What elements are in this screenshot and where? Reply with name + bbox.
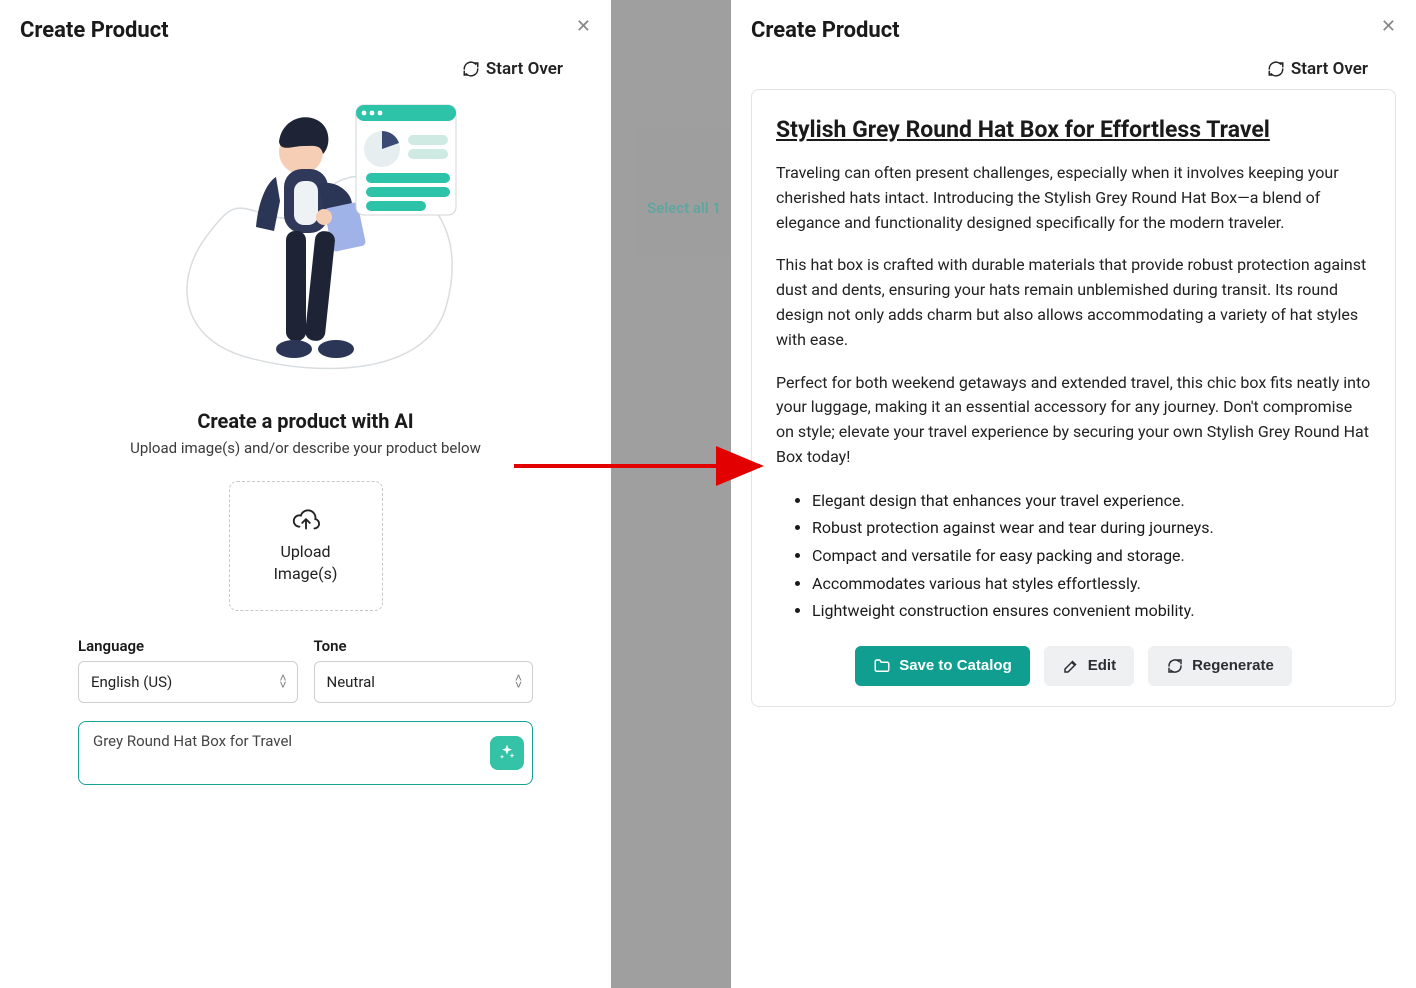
regenerate-icon bbox=[1166, 657, 1184, 675]
panel-title: Create Product bbox=[751, 18, 900, 43]
panel-title: Create Product bbox=[20, 18, 169, 43]
edit-icon bbox=[1062, 657, 1080, 675]
sparkle-icon bbox=[497, 743, 517, 763]
tone-value: Neutral bbox=[327, 673, 375, 691]
tone-select[interactable]: Neutral ˄˅ bbox=[314, 661, 534, 703]
result-paragraph: This hat box is crafted with durable mat… bbox=[776, 253, 1371, 352]
list-item: Robust protection against wear and tear … bbox=[812, 515, 1371, 541]
result-paragraph: Perfect for both weekend getaways and ex… bbox=[776, 371, 1371, 470]
create-product-panel-input: Create Product ✕ Start Over bbox=[0, 0, 611, 988]
prompt-value: Grey Round Hat Box for Travel bbox=[93, 732, 292, 750]
edit-button[interactable]: Edit bbox=[1044, 646, 1134, 686]
save-to-catalog-button[interactable]: Save to Catalog bbox=[855, 646, 1030, 686]
list-item: Elegant design that enhances your travel… bbox=[812, 488, 1371, 514]
tone-label: Tone bbox=[314, 637, 534, 655]
upload-label-2: Image(s) bbox=[274, 564, 338, 583]
result-card: Stylish Grey Round Hat Box for Effortles… bbox=[751, 89, 1396, 707]
background-dim: Select all 1 bbox=[611, 0, 731, 988]
chevron-updown-icon: ˄˅ bbox=[515, 675, 522, 689]
create-product-panel-result: Create Product ✕ Start Over Stylish Grey… bbox=[731, 0, 1416, 988]
edit-label: Edit bbox=[1088, 657, 1116, 674]
upload-label-1: Upload bbox=[280, 542, 330, 561]
generate-button[interactable] bbox=[490, 736, 524, 770]
select-all-link[interactable]: Select all 1 bbox=[647, 199, 721, 217]
illustration bbox=[20, 97, 591, 397]
save-label: Save to Catalog bbox=[899, 657, 1012, 674]
prompt-input[interactable]: Grey Round Hat Box for Travel bbox=[78, 721, 533, 785]
refresh-icon bbox=[462, 60, 480, 78]
start-over-label: Start Over bbox=[486, 59, 563, 79]
start-over-label: Start Over bbox=[1291, 59, 1368, 79]
regen-label: Regenerate bbox=[1192, 657, 1274, 674]
result-paragraph: Traveling can often present challenges, … bbox=[776, 161, 1371, 235]
upload-images-button[interactable]: Upload Image(s) bbox=[229, 481, 383, 611]
regenerate-button[interactable]: Regenerate bbox=[1148, 646, 1292, 686]
list-item: Compact and versatile for easy packing a… bbox=[812, 543, 1371, 569]
close-icon[interactable]: ✕ bbox=[576, 18, 591, 36]
result-bullets: Elegant design that enhances your travel… bbox=[812, 488, 1371, 624]
refresh-icon bbox=[1267, 60, 1285, 78]
folder-icon bbox=[873, 657, 891, 675]
chevron-updown-icon: ˄˅ bbox=[279, 675, 286, 689]
cloud-upload-icon bbox=[291, 507, 321, 535]
close-icon[interactable]: ✕ bbox=[1381, 18, 1396, 36]
list-item: Accommodates various hat styles effortle… bbox=[812, 571, 1371, 597]
result-title: Stylish Grey Round Hat Box for Effortles… bbox=[776, 116, 1371, 143]
start-over-button[interactable]: Start Over bbox=[751, 59, 1368, 79]
start-over-button[interactable]: Start Over bbox=[20, 59, 563, 79]
create-heading: Create a product with AI bbox=[20, 409, 591, 433]
language-value: English (US) bbox=[91, 673, 172, 691]
create-subtext: Upload image(s) and/or describe your pro… bbox=[20, 439, 591, 457]
list-item: Lightweight construction ensures conveni… bbox=[812, 598, 1371, 624]
language-select[interactable]: English (US) ˄˅ bbox=[78, 661, 298, 703]
language-label: Language bbox=[78, 637, 298, 655]
